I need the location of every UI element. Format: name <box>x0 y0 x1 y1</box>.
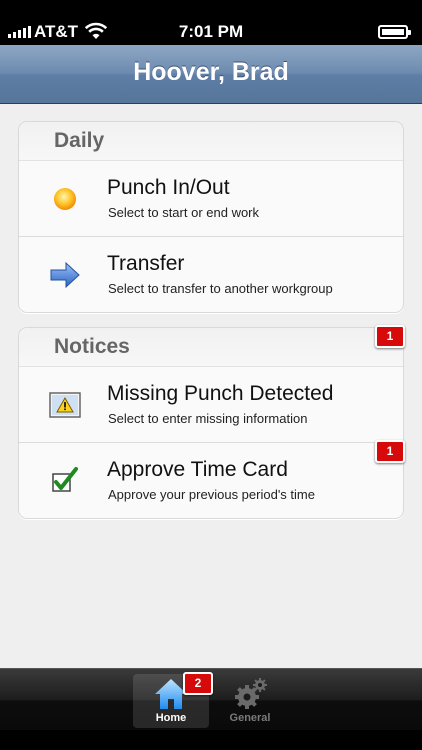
transfer-subtitle: Select to transfer to another workgroup <box>108 281 333 296</box>
missing-punch-row[interactable]: Missing Punch Detected Select to enter m… <box>19 367 403 443</box>
punch-in-out-subtitle: Select to start or end work <box>108 205 260 220</box>
transfer-row[interactable]: Transfer Select to transfer to another w… <box>19 237 403 312</box>
missing-punch-title: Missing Punch Detected <box>107 382 334 405</box>
battery-icon <box>378 25 411 39</box>
bottom-bezel <box>0 730 422 750</box>
warning-icon <box>49 392 81 418</box>
sun-icon <box>54 188 76 210</box>
notices-section: Notices 1 Missing Punch Detected Select … <box>18 325 405 519</box>
approve-time-card-badge: 1 <box>375 440 405 463</box>
tab-home[interactable]: 2 Home <box>133 672 213 728</box>
missing-punch-subtitle: Select to enter missing information <box>108 411 308 426</box>
arrow-right-icon <box>50 261 80 289</box>
approve-time-card-title: Approve Time Card <box>107 458 288 481</box>
home-tab-badge: 2 <box>183 672 213 695</box>
page-title: Hoover, Brad <box>133 58 289 86</box>
transfer-title: Transfer <box>107 252 185 275</box>
notices-section-header: Notices <box>19 328 403 367</box>
approve-time-card-subtitle: Approve your previous period's time <box>108 487 315 502</box>
clock: 7:01 PM <box>178 22 244 41</box>
punch-in-out-title: Punch In/Out <box>107 176 230 199</box>
approve-time-card-row[interactable]: Approve Time Card Approve your previous … <box>19 440 405 518</box>
tab-general-label: General <box>229 712 271 724</box>
notices-badge: 1 <box>375 325 405 348</box>
status-bar: AT&T 7:01 PM <box>0 0 422 45</box>
gear-icon <box>235 678 267 709</box>
tab-bar: 2 Home General <box>0 668 422 731</box>
daily-section-header: Daily <box>19 122 403 161</box>
tab-general[interactable]: General <box>212 674 288 728</box>
navigation-bar: Hoover, Brad <box>0 45 422 104</box>
daily-section: Daily Punch In/Out Select to start or en… <box>18 121 404 313</box>
checkmark-icon <box>52 467 78 492</box>
app-screen: AT&T 7:01 PM Hoover, Brad Daily Punch In… <box>0 0 422 750</box>
punch-in-out-row[interactable]: Punch In/Out Select to start or end work <box>19 161 403 237</box>
tab-home-label: Home <box>155 712 187 724</box>
